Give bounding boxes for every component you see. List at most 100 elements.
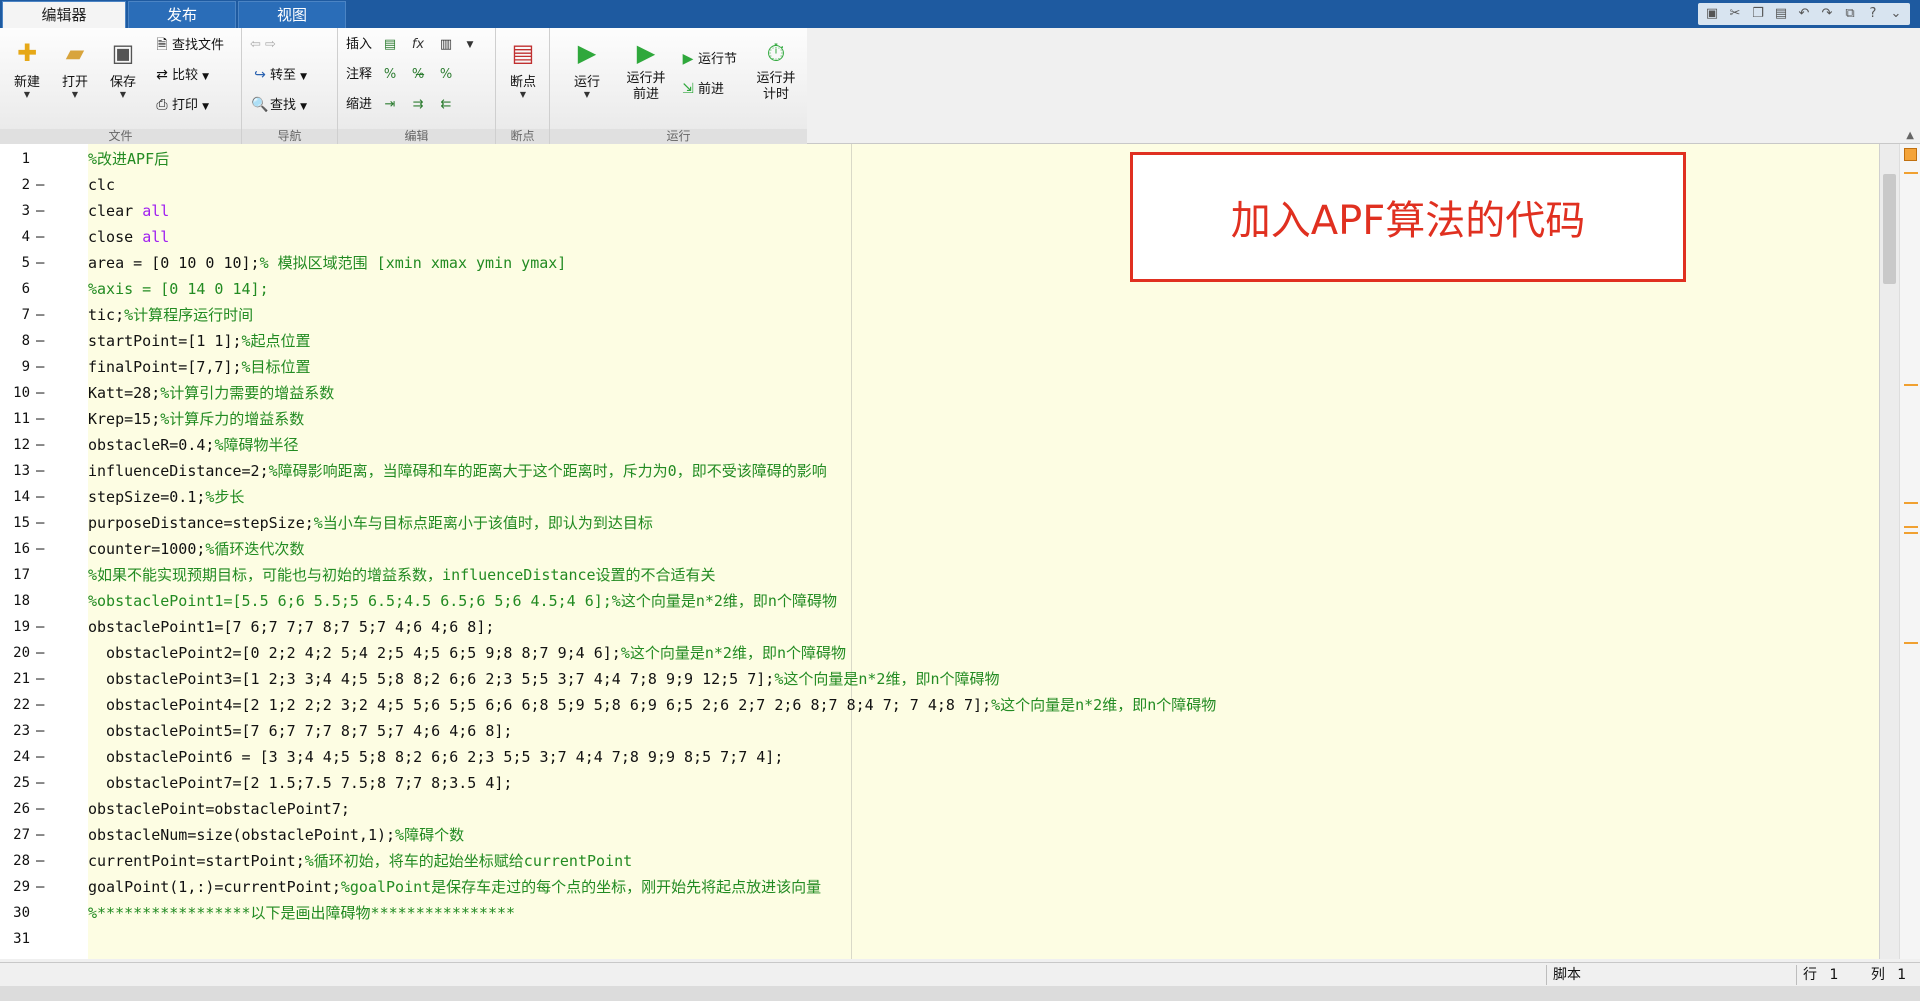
breakpoint-marker[interactable]: —	[36, 822, 48, 848]
warning-marker[interactable]	[1904, 526, 1918, 528]
save-button[interactable]: ▣ 保存 ▼	[100, 34, 146, 99]
run-and-advance-button[interactable]: ▶ 运行并 前进	[620, 34, 672, 103]
advance-button[interactable]: ⇲ 前进	[678, 78, 724, 100]
run-section-button[interactable]: ▶ 运行节	[678, 48, 737, 70]
breakpoint-marker[interactable]: —	[36, 458, 48, 484]
collapse-ribbon-icon[interactable]: ▲	[1906, 130, 1914, 141]
message-bar[interactable]	[1899, 144, 1920, 959]
breakpoint-marker[interactable]: —	[36, 536, 48, 562]
breakpoint-marker[interactable]: —	[36, 328, 48, 354]
find-files-button[interactable]: 🗎 查找文件	[152, 34, 224, 56]
chevron-down-icon[interactable]: ▼	[460, 35, 480, 55]
breakpoint-marker[interactable]: —	[36, 406, 48, 432]
code-line[interactable]: Krep=15;%计算斥力的增益系数	[88, 406, 304, 432]
cut-icon[interactable]: ✂	[1725, 4, 1745, 24]
breakpoint-marker[interactable]: —	[36, 666, 48, 692]
code-line[interactable]: counter=1000;%循环迭代次数	[88, 536, 304, 562]
undo-icon[interactable]: ↶	[1794, 4, 1814, 24]
code-line[interactable]: goalPoint(1,:)=currentPoint;%goalPoint是保…	[88, 874, 821, 900]
code-line[interactable]: area = [0 10 0 10];% 模拟区域范围 [xmin xmax y…	[88, 250, 566, 276]
compare-button[interactable]: ⇄ 比较 ▼	[152, 64, 209, 86]
code-line[interactable]: %axis = [0 14 0 14];	[88, 276, 269, 302]
code-line[interactable]: obstacleNum=size(obstaclePoint,1);%障碍个数	[88, 822, 464, 848]
code-line[interactable]: %*****************以下是画出障碍物**************…	[88, 900, 515, 926]
tab-editor[interactable]: 编辑器	[2, 1, 126, 28]
code-line[interactable]: tic;%计算程序运行时间	[88, 302, 253, 328]
code-line[interactable]: obstaclePoint2=[0 2;2 4;2 5;4 2;5 4;5 6;…	[88, 640, 846, 666]
breakpoint-marker[interactable]	[36, 588, 48, 614]
code-line[interactable]: currentPoint=startPoint;%循环初始，将车的起始坐标赋给c…	[88, 848, 632, 874]
scrollbar-thumb[interactable]	[1883, 174, 1896, 284]
breakpoint-marker[interactable]: —	[36, 692, 48, 718]
breakpoint-marker[interactable]: —	[36, 874, 48, 900]
code-line[interactable]: obstaclePoint=obstaclePoint7;	[88, 796, 350, 822]
collapse-icon[interactable]: ⌄	[1886, 4, 1906, 24]
open-button[interactable]: ▰ 打开 ▼	[52, 34, 98, 99]
code-line[interactable]: purposeDistance=stepSize;%当小车与目标点距离小于该值时…	[88, 510, 653, 536]
run-and-time-button[interactable]: ⏱ 运行并 计时	[750, 34, 802, 103]
save-icon[interactable]: ▣	[1702, 4, 1722, 24]
breakpoint-marker[interactable]: —	[36, 224, 48, 250]
breakpoint-marker[interactable]: —	[36, 198, 48, 224]
find-button[interactable]: 🔍查找 ▼	[250, 94, 307, 116]
breakpoint-marker[interactable]: —	[36, 302, 48, 328]
code-line[interactable]: obstaclePoint4=[2 1;2 2;2 3;2 4;5 5;6 5;…	[88, 692, 1216, 718]
run-button[interactable]: ▶ 运行 ▼	[564, 34, 610, 99]
warning-indicator-icon[interactable]	[1904, 148, 1917, 161]
code-line[interactable]: startPoint=[1 1];%起点位置	[88, 328, 311, 354]
breakpoint-marker[interactable]: —	[36, 614, 48, 640]
code-line[interactable]: %obstaclePoint1=[5.5 6;6 5.5;5 6.5;4.5 6…	[88, 588, 837, 614]
breakpoint-marker[interactable]: —	[36, 744, 48, 770]
back-forward-buttons[interactable]: ⇦ ⇨	[250, 34, 276, 56]
warning-marker[interactable]	[1904, 384, 1918, 386]
increase-indent-icon[interactable]: ⇉	[408, 95, 428, 115]
switch-window-icon[interactable]: ⧉	[1840, 4, 1860, 24]
breakpoint-marker[interactable]: —	[36, 718, 48, 744]
code-line[interactable]: clc	[88, 172, 115, 198]
warning-marker[interactable]	[1904, 172, 1918, 174]
tab-view[interactable]: 视图	[238, 1, 346, 28]
breakpoint-marker[interactable]	[36, 900, 48, 926]
breakpoint-marker[interactable]	[36, 276, 48, 302]
breakpoint-marker[interactable]: —	[36, 172, 48, 198]
code-line[interactable]: %如果不能实现预期目标，可能也与初始的增益系数，influenceDistanc…	[88, 562, 716, 588]
code-line[interactable]: obstacleR=0.4;%障碍物半径	[88, 432, 298, 458]
code-line[interactable]: obstaclePoint3=[1 2;3 3;4 4;5 5;8 8;2 6;…	[88, 666, 999, 692]
code-line[interactable]: obstaclePoint5=[7 6;7 7;7 8;7 5;7 4;6 4;…	[88, 718, 512, 744]
code-line[interactable]: obstaclePoint6 = [3 3;4 4;5 5;8 8;2 6;6 …	[88, 744, 783, 770]
code-line[interactable]: influenceDistance=2;%障碍影响距离，当障碍和车的距离大于这个…	[88, 458, 827, 484]
smart-indent-icon[interactable]: ⇥	[380, 95, 400, 115]
insert-section-icon[interactable]: ▤	[380, 35, 400, 55]
new-button[interactable]: ✚ 新建 ▼	[4, 34, 50, 99]
breakpoint-marker[interactable]: —	[36, 770, 48, 796]
breakpoint-marker[interactable]: —	[36, 640, 48, 666]
breakpoint-marker[interactable]: —	[36, 796, 48, 822]
insert-function-icon[interactable]: ▥	[436, 35, 456, 55]
vertical-scrollbar[interactable]	[1879, 144, 1899, 959]
breakpoint-marker[interactable]	[36, 926, 48, 952]
uncomment-icon[interactable]: %̶	[408, 65, 428, 85]
breakpoint-marker[interactable]: —	[36, 380, 48, 406]
warning-marker[interactable]	[1904, 532, 1918, 534]
breakpoint-marker[interactable]: —	[36, 250, 48, 276]
breakpoint-marker[interactable]	[36, 146, 48, 172]
breakpoint-marker[interactable]: —	[36, 484, 48, 510]
code-line[interactable]: stepSize=0.1;%步长	[88, 484, 244, 510]
code-line[interactable]: obstaclePoint7=[2 1.5;7.5 7.5;8 7;7 8;3.…	[88, 770, 512, 796]
copy-icon[interactable]: ❐	[1748, 4, 1768, 24]
function-icon[interactable]: fx	[408, 35, 428, 55]
code-line[interactable]: obstaclePoint1=[7 6;7 7;7 8;7 5;7 4;6 4;…	[88, 614, 494, 640]
code-line[interactable]: close all	[88, 224, 169, 250]
breakpoint-marker[interactable]: —	[36, 354, 48, 380]
warning-marker[interactable]	[1904, 502, 1918, 504]
print-button[interactable]: ⎙ 打印 ▼	[152, 94, 209, 116]
goto-button[interactable]: ↪ 转至 ▼	[250, 64, 307, 86]
paste-icon[interactable]: ▤	[1771, 4, 1791, 24]
breakpoint-marker[interactable]: —	[36, 432, 48, 458]
comment-icon[interactable]: %	[380, 65, 400, 85]
help-icon[interactable]: ?	[1863, 4, 1883, 24]
breakpoint-marker[interactable]	[36, 562, 48, 588]
breakpoints-button[interactable]: ▤ 断点 ▼	[500, 34, 546, 99]
code-line[interactable]: clear all	[88, 198, 169, 224]
code-line[interactable]: Katt=28;%计算引力需要的增益系数	[88, 380, 334, 406]
